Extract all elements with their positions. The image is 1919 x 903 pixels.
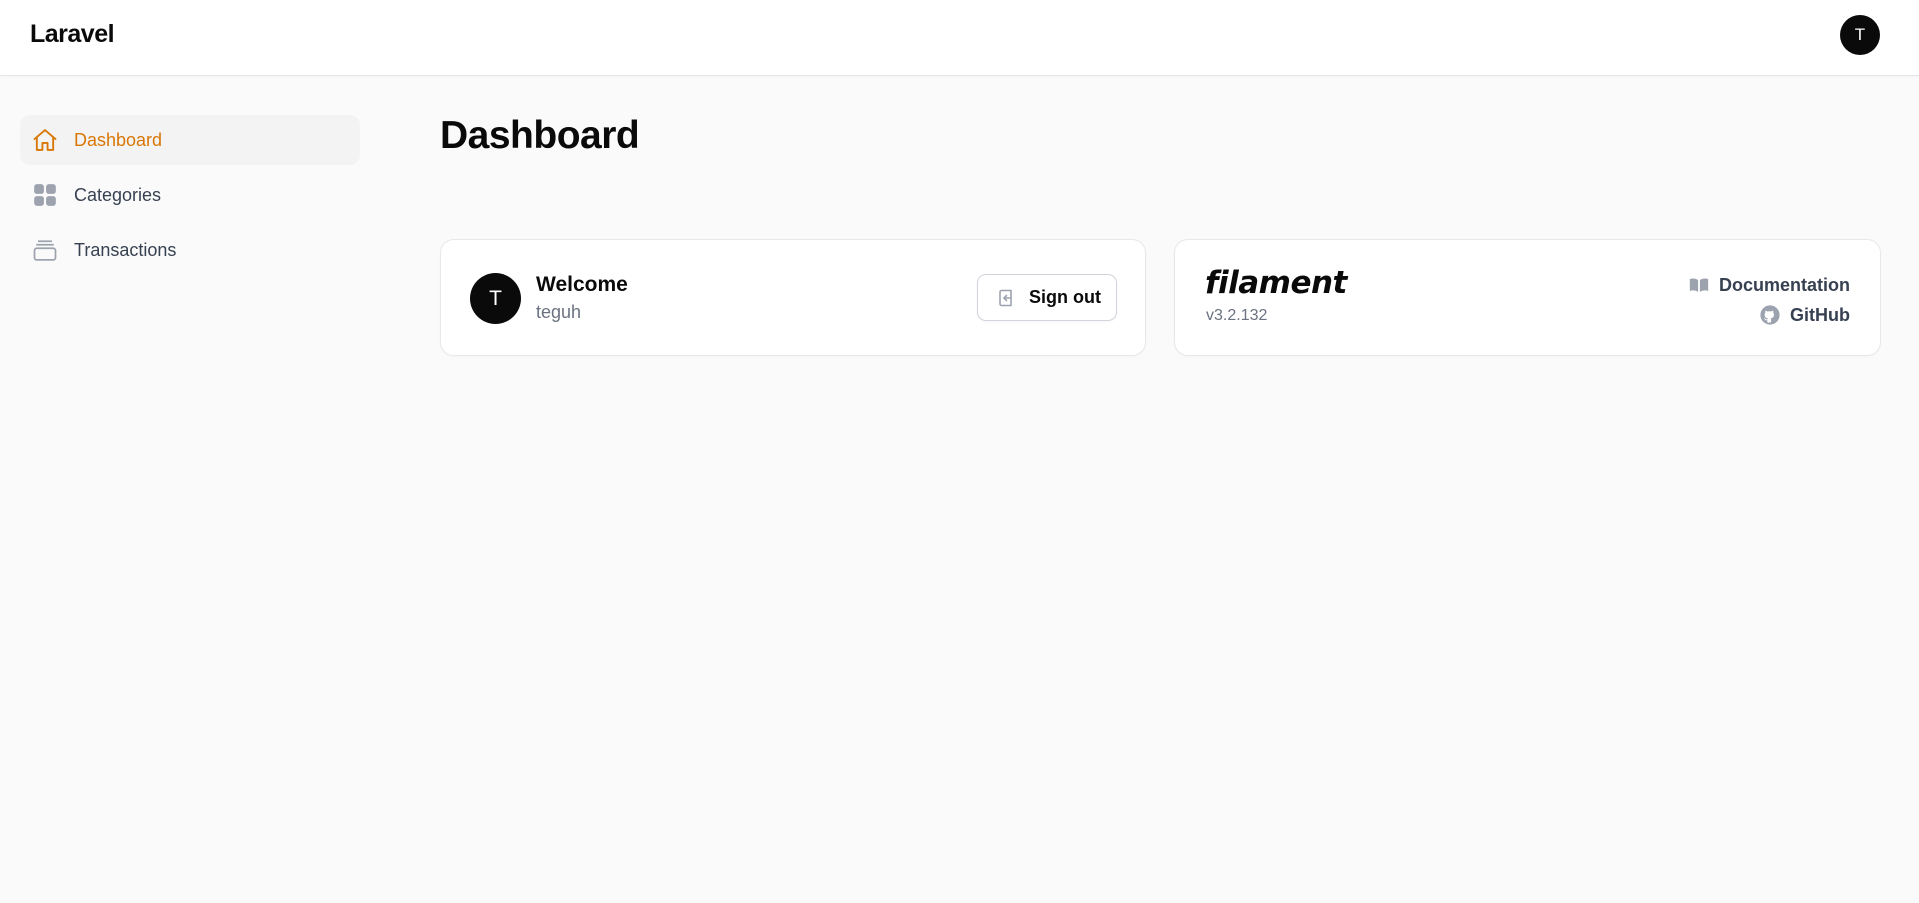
welcome-username: teguh: [536, 302, 582, 322]
github-icon: [1759, 304, 1781, 326]
sidebar-item-categories[interactable]: Categories: [20, 170, 360, 220]
grid-icon: [31, 181, 59, 209]
book-open-icon: [1688, 274, 1710, 296]
welcome-card: T Welcome teguh Sign out: [440, 239, 1146, 356]
sign-out-icon: [995, 286, 1019, 310]
documentation-link[interactable]: Documentation: [1688, 270, 1850, 300]
sidebar-item-label: Categories: [74, 184, 162, 205]
sidebar-item-label: Transactions: [74, 239, 177, 260]
filament-info-card: filament v3.2.132 Documentation GitHub: [1174, 239, 1881, 356]
sidebar-item-label: Dashboard: [74, 129, 163, 150]
sign-out-label: Sign out: [1029, 287, 1101, 307]
topbar: Laravel T: [0, 0, 1919, 76]
filament-version: v3.2.132: [1206, 307, 1268, 324]
home-icon: [31, 126, 59, 154]
filament-links: Documentation GitHub: [1688, 270, 1850, 330]
filament-logo: filament: [1205, 265, 1347, 301]
brand-logo[interactable]: Laravel: [30, 20, 115, 49]
welcome-title: Welcome: [536, 273, 628, 296]
sidebar: Dashboard Categories Transactions: [20, 115, 360, 280]
github-link[interactable]: GitHub: [1688, 300, 1850, 330]
sidebar-item-dashboard[interactable]: Dashboard: [20, 115, 360, 165]
sign-out-button[interactable]: Sign out: [977, 274, 1117, 321]
avatar: T: [470, 273, 521, 324]
github-label: GitHub: [1790, 304, 1850, 325]
documentation-label: Documentation: [1718, 274, 1850, 295]
archive-icon: [31, 236, 59, 264]
sidebar-item-transactions[interactable]: Transactions: [20, 225, 360, 275]
page-title: Dashboard: [440, 114, 640, 157]
user-avatar-button[interactable]: T: [1840, 15, 1880, 55]
